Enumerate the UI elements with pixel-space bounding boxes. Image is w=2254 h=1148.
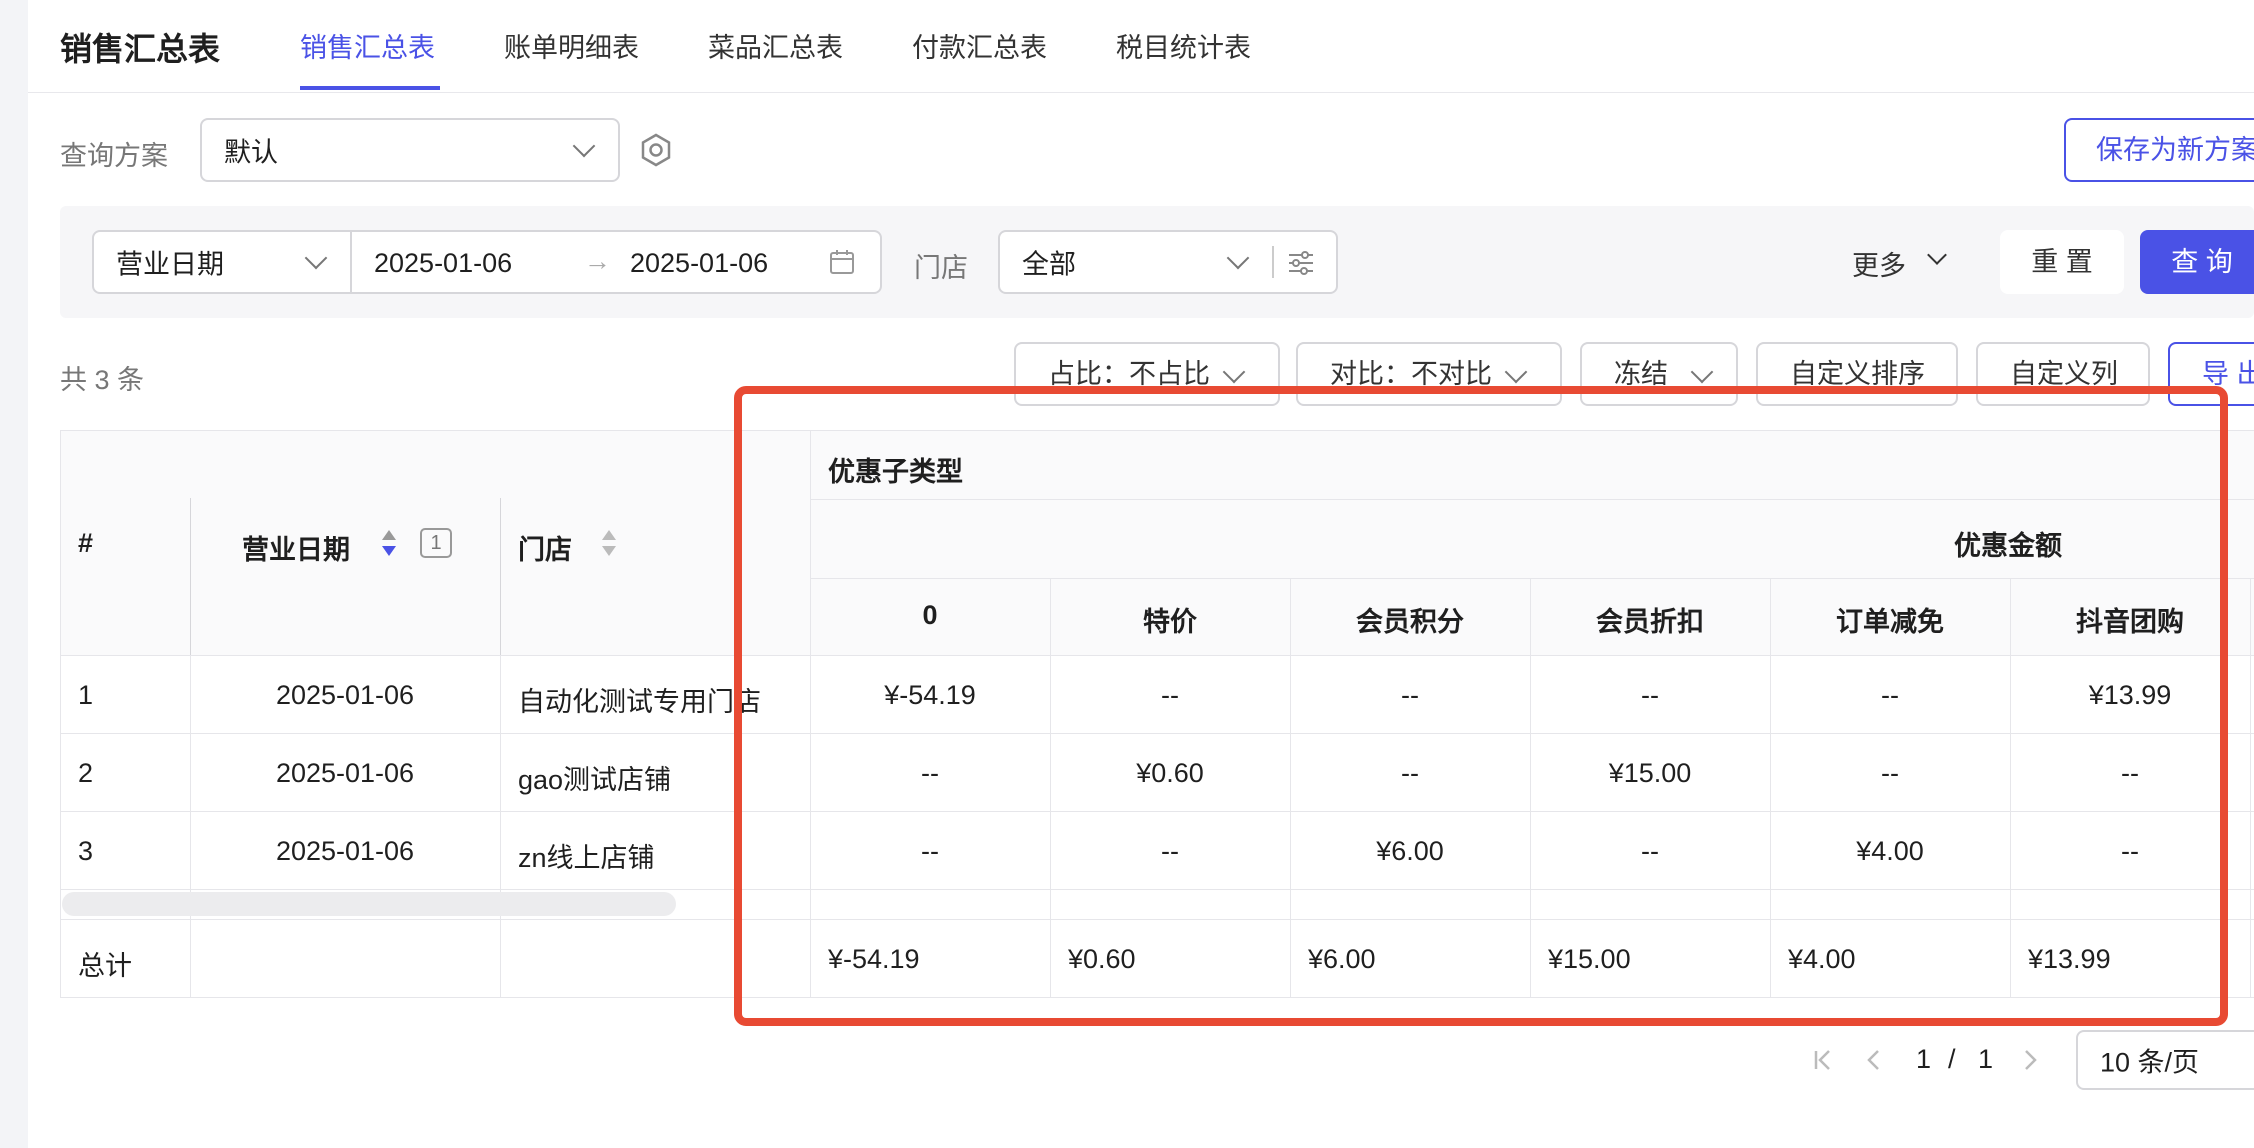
query-button[interactable]: 查 询 xyxy=(2140,230,2254,294)
sort-icon[interactable] xyxy=(600,528,618,558)
row1-index: 1 xyxy=(78,680,94,710)
store-value: 全部 xyxy=(1022,249,1076,280)
grid-line xyxy=(500,655,501,998)
page-size-select[interactable]: 10 条/页 xyxy=(2076,1030,2254,1090)
row3-date: 2025-01-06 xyxy=(275,836,415,866)
tab-sales-summary[interactable]: 销售汇总表 xyxy=(300,26,435,65)
highlight-annotation-box xyxy=(734,386,2228,1026)
scheme-label: 查询方案 xyxy=(60,141,168,171)
start-date-input[interactable]: 2025-01-06 xyxy=(374,248,512,279)
calendar-icon[interactable] xyxy=(828,248,856,283)
settings-icon[interactable] xyxy=(638,132,674,168)
chevron-down-icon xyxy=(1226,246,1250,270)
page-size-value: 10 条/页 xyxy=(2100,1047,2200,1078)
reset-button[interactable]: 重 置 xyxy=(2000,230,2124,294)
chevron-down-icon xyxy=(1222,360,1246,384)
row2-store: gao测试店铺 xyxy=(518,765,672,795)
grid-line xyxy=(500,498,501,656)
page-title: 销售汇总表 xyxy=(60,31,221,67)
grid-line xyxy=(190,498,191,656)
divider xyxy=(1272,246,1274,278)
date-range-picker[interactable]: 2025-01-06 → 2025-01-06 xyxy=(350,230,882,294)
current-page: 1 xyxy=(1916,1044,1932,1074)
compare-label: 对比：不对比 xyxy=(1330,359,1492,389)
end-date-input[interactable]: 2025-01-06 xyxy=(630,248,768,279)
scheme-value: 默认 xyxy=(224,137,278,168)
more-filters-toggle[interactable]: 更多 xyxy=(1852,244,1906,283)
row1-store: 自动化测试专用门店 xyxy=(518,687,761,717)
chevron-down-icon xyxy=(304,246,328,270)
date-type-value: 营业日期 xyxy=(116,249,224,280)
col-header-date[interactable]: 营业日期 xyxy=(242,528,350,567)
tab-dish-summary[interactable]: 菜品汇总表 xyxy=(708,26,843,65)
first-page-icon[interactable] xyxy=(1810,1046,1838,1079)
header-divider xyxy=(28,92,2254,93)
sort-order-badge: 1 xyxy=(420,528,452,558)
row3-index: 3 xyxy=(78,836,94,866)
total-label: 总计 xyxy=(78,951,132,981)
date-type-select[interactable]: 营业日期 xyxy=(92,230,352,294)
store-label: 门店 xyxy=(914,253,968,283)
ratio-label: 占比：不占比 xyxy=(1048,359,1210,389)
range-arrow-icon: → xyxy=(584,246,611,276)
chevron-down-icon xyxy=(1690,360,1714,384)
row3-store: zn线上店铺 xyxy=(518,843,655,873)
total-pages: 1 xyxy=(1978,1044,1994,1074)
col-header-index: # xyxy=(78,528,94,558)
filter-settings-icon[interactable] xyxy=(1286,248,1316,285)
row2-date: 2025-01-06 xyxy=(275,758,415,788)
tab-payment-summary[interactable]: 付款汇总表 xyxy=(912,26,1047,65)
row2-index: 2 xyxy=(78,758,94,788)
tab-tax-stats[interactable]: 税目统计表 xyxy=(1116,26,1251,65)
freeze-label: 冻结 xyxy=(1614,359,1668,389)
more-label: 更多 xyxy=(1852,251,1906,281)
chevron-down-icon xyxy=(1504,360,1528,384)
tab-bill-detail[interactable]: 账单明细表 xyxy=(504,26,639,65)
grid-line xyxy=(2250,578,2251,998)
page-separator: / xyxy=(1948,1044,1956,1074)
store-select[interactable]: 全部 xyxy=(998,230,1338,294)
scheme-select[interactable]: 默认 xyxy=(200,118,620,182)
result-count: 共 3 条 xyxy=(60,365,145,395)
save-new-scheme-button[interactable]: 保存为新方案 xyxy=(2064,118,2254,182)
col-header-store[interactable]: 门店 xyxy=(518,528,572,567)
row1-date: 2025-01-06 xyxy=(275,680,415,710)
horizontal-scrollbar[interactable] xyxy=(62,892,676,916)
chevron-down-icon xyxy=(572,134,596,158)
active-tab-indicator xyxy=(300,86,440,90)
prev-page-icon[interactable] xyxy=(1862,1046,1886,1079)
next-page-icon[interactable] xyxy=(2018,1046,2042,1079)
sort-icon[interactable] xyxy=(380,528,398,558)
